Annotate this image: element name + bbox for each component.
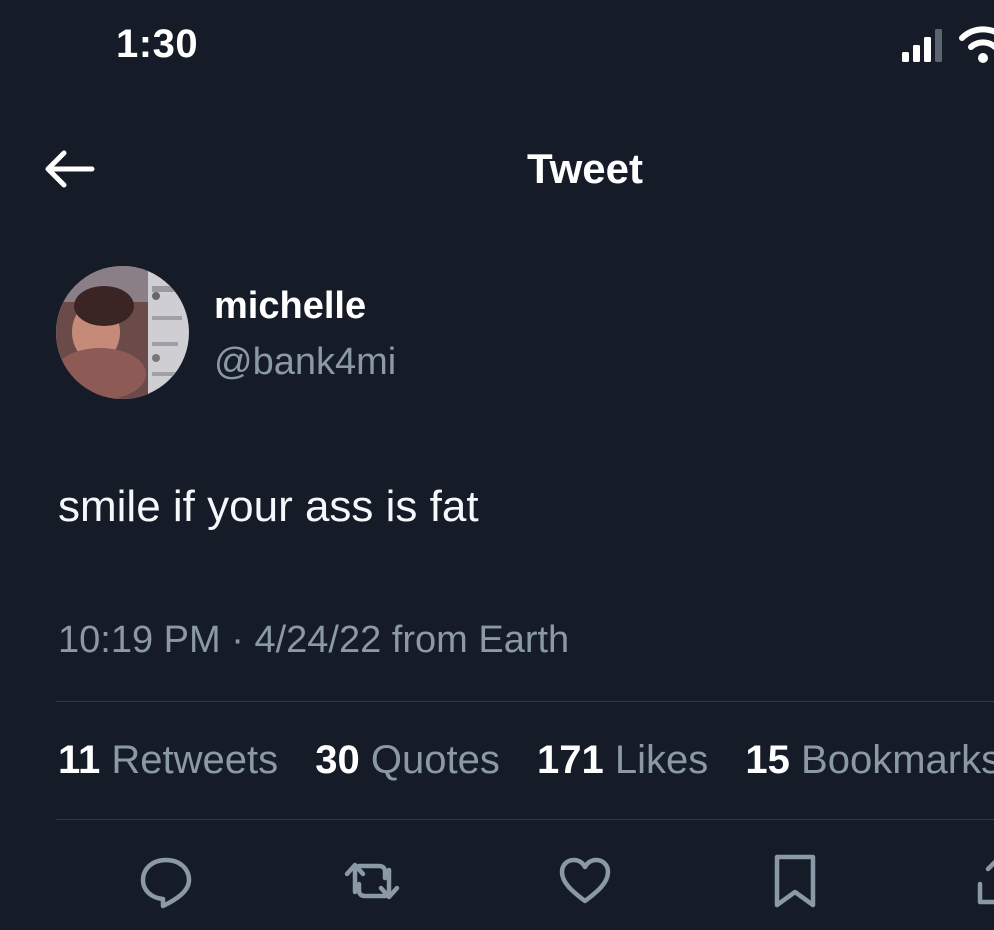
share-button[interactable] bbox=[970, 852, 994, 910]
avatar[interactable] bbox=[56, 266, 189, 399]
retweets-count: 11 bbox=[58, 738, 101, 782]
bookmarks-stat[interactable]: 15 Bookmarks bbox=[745, 738, 994, 782]
page-title: Tweet bbox=[527, 145, 643, 192]
likes-count: 171 bbox=[537, 738, 604, 782]
tweet-detail-screen: 1:30 Tweet michelle @bank4mi smile if yo… bbox=[0, 0, 994, 930]
retweets-label: Retweets bbox=[111, 738, 279, 782]
engagement-stats: 11 Retweets 30 Quotes 171 Likes 15 Bookm… bbox=[58, 738, 994, 783]
avatar-image bbox=[56, 266, 189, 399]
tweet-meta: 10:19 PM · 4/24/22 from Earth bbox=[58, 619, 569, 662]
quotes-stat[interactable]: 30 Quotes bbox=[315, 738, 500, 782]
divider bbox=[56, 701, 994, 702]
cellular-signal-icon bbox=[902, 29, 942, 62]
retweet-icon bbox=[344, 862, 400, 900]
tweet-source: from Earth bbox=[391, 619, 570, 661]
like-icon bbox=[559, 857, 611, 904]
retweet-button[interactable] bbox=[343, 852, 401, 910]
reply-button[interactable] bbox=[137, 852, 195, 910]
retweets-stat[interactable]: 11 Retweets bbox=[58, 738, 278, 782]
quotes-label: Quotes bbox=[370, 738, 500, 782]
status-bar-time: 1:30 bbox=[116, 22, 199, 66]
bookmarks-label: Bookmarks bbox=[801, 738, 994, 782]
share-icon bbox=[977, 859, 994, 905]
likes-label: Likes bbox=[614, 738, 709, 782]
bookmarks-count: 15 bbox=[745, 738, 790, 782]
tweet-text: smile if your ass is fat bbox=[58, 482, 479, 531]
author-display-name[interactable]: michelle bbox=[214, 285, 366, 328]
reply-icon bbox=[140, 857, 192, 909]
likes-stat[interactable]: 171 Likes bbox=[537, 738, 708, 782]
quotes-count: 30 bbox=[315, 738, 360, 782]
tweet-date[interactable]: 4/24/22 bbox=[254, 619, 381, 661]
author-handle[interactable]: @bank4mi bbox=[214, 341, 396, 384]
tweet-time[interactable]: 10:19 PM bbox=[58, 619, 221, 661]
bookmark-button[interactable] bbox=[766, 852, 824, 910]
like-button[interactable] bbox=[556, 852, 614, 910]
wifi-icon bbox=[959, 26, 994, 63]
bookmark-icon bbox=[774, 854, 816, 908]
meta-separator: · bbox=[231, 619, 244, 661]
divider bbox=[56, 819, 994, 820]
